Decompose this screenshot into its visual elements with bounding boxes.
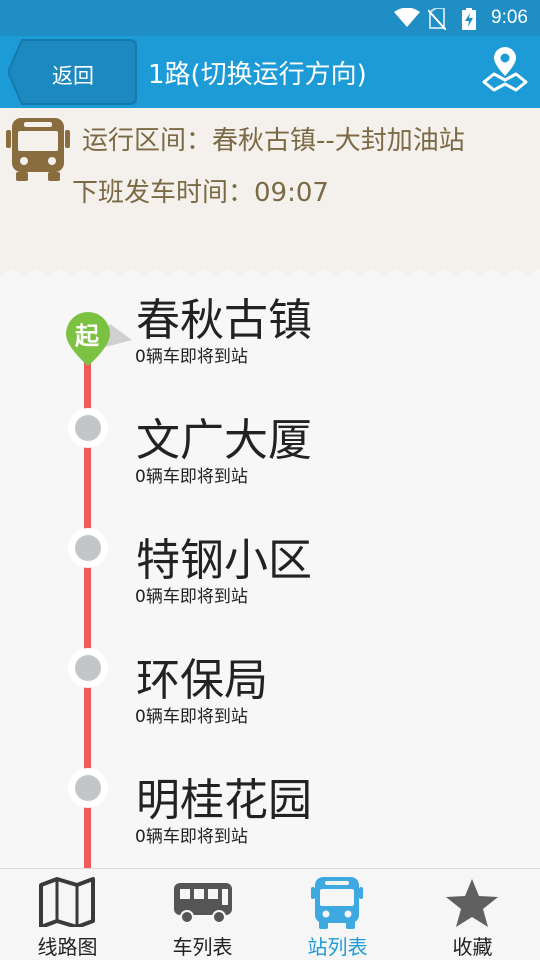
battery-icon [462,8,476,30]
bus-icon [6,118,70,181]
stop-dot [68,648,108,688]
tab-label: 线路图 [37,935,98,959]
start-marker-label: 起 [75,322,99,350]
tab-favorites[interactable]: 收藏 [405,869,540,960]
arrival-status: 0辆车即将到站 [135,707,248,727]
stop-name: 明桂花园 [136,775,312,826]
stop-item[interactable]: 起 春秋古镇 0辆车即将到站 [0,276,540,396]
stop-name: 春秋古镇 [136,295,312,346]
stop-dot [68,408,108,448]
bottom-tab-bar: 线路图 车列表 站列表 收藏 [0,868,540,960]
page-title[interactable]: 1路(切换运行方向) [148,54,367,91]
stop-item[interactable]: 文广大厦 0辆车即将到站 [0,396,540,516]
stop-dot [68,528,108,568]
map-location-icon[interactable] [482,46,528,92]
tab-route-map[interactable]: 线路图 [0,869,135,960]
tab-label: 车列表 [172,935,233,959]
status-bar: 9:06 [0,0,540,36]
no-sim-icon [428,8,446,30]
arrival-status: 0辆车即将到站 [135,827,248,847]
arrival-status: 0辆车即将到站 [135,467,248,487]
route-info-panel: 运行区间：春秋古镇--大封加油站 下班发车时间：09:07 [0,108,540,277]
stop-item[interactable]: 特钢小区 0辆车即将到站 [0,516,540,636]
start-marker: 起 [64,310,134,370]
stop-list[interactable]: 起 春秋古镇 0辆车即将到站 文广大厦 0辆车即将到站 特钢小区 0辆车即将到站… [0,276,540,868]
back-button-label: 返回 [52,64,94,88]
stop-dot [68,768,108,808]
clock: 9:06 [491,7,528,28]
next-departure-time: 下班发车时间：09:07 [72,178,329,208]
arrival-status: 0辆车即将到站 [135,587,248,607]
arrival-status: 0辆车即将到站 [135,347,248,367]
stop-item[interactable]: 明桂花园 0辆车即将到站 [0,756,540,868]
title-bar: 返回 1路(切换运行方向) [0,36,540,108]
tab-bus-list[interactable]: 车列表 [135,869,270,960]
stop-name: 环保局 [136,655,268,706]
bus-list-icon [174,883,232,924]
tab-label: 站列表 [307,935,368,959]
tab-station-list[interactable]: 站列表 [270,869,405,960]
wifi-icon [394,8,420,27]
station-list-icon [311,877,363,929]
route-range: 运行区间：春秋古镇--大封加油站 [82,126,465,156]
stop-name: 特钢小区 [136,535,312,586]
stop-item[interactable]: 环保局 0辆车即将到站 [0,636,540,756]
tab-label: 收藏 [452,935,493,959]
star-icon [446,879,498,927]
stop-name: 文广大厦 [136,415,312,466]
back-button[interactable]: 返回 [8,38,138,105]
map-icon [39,877,95,927]
